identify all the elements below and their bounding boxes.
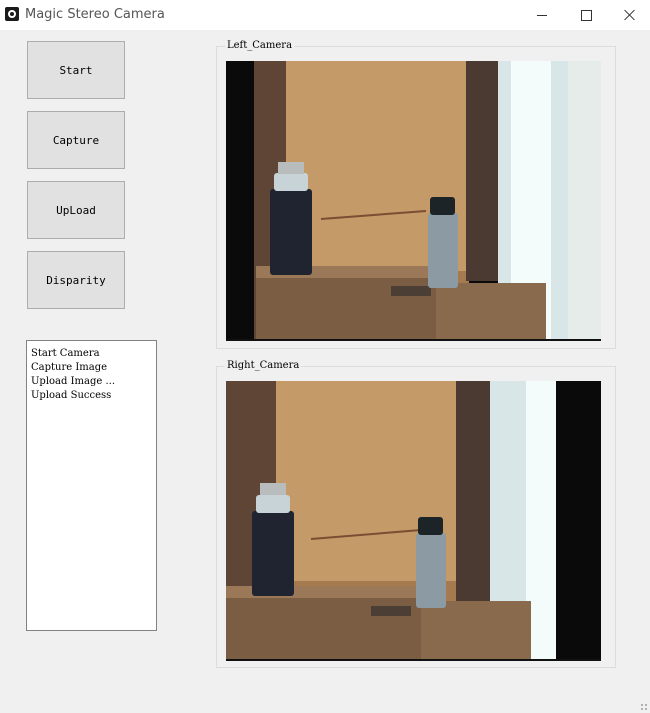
window-title: Magic Stereo Camera — [25, 7, 165, 22]
left-camera-label: Left_Camera — [225, 40, 295, 51]
capture-button[interactable]: Capture — [27, 111, 125, 169]
start-button[interactable]: Start — [27, 41, 125, 99]
log-item: Start Camera — [31, 348, 100, 359]
upload-button[interactable]: UpLoad — [27, 181, 125, 239]
camera-icon — [5, 7, 19, 21]
log-item: Capture Image — [31, 362, 108, 373]
disparity-button[interactable]: Disparity — [27, 251, 125, 309]
log-item: Upload Success — [31, 390, 112, 401]
minimize-icon — [537, 14, 547, 16]
left-camera-view — [226, 61, 601, 341]
right-camera-view — [226, 381, 601, 661]
resize-grip-icon[interactable] — [640, 703, 648, 711]
log-item: Upload Image ... — [31, 376, 116, 387]
title-bar: Magic Stereo Camera — [0, 0, 650, 30]
right-camera-label: Right_Camera — [225, 360, 302, 371]
close-icon — [624, 9, 636, 21]
close-button[interactable] — [607, 0, 650, 30]
maximize-button[interactable] — [563, 0, 609, 30]
log-list[interactable]: Start Camera Capture Image Upload Image … — [26, 340, 157, 631]
maximize-icon — [580, 9, 592, 21]
minimize-button[interactable] — [519, 0, 565, 30]
